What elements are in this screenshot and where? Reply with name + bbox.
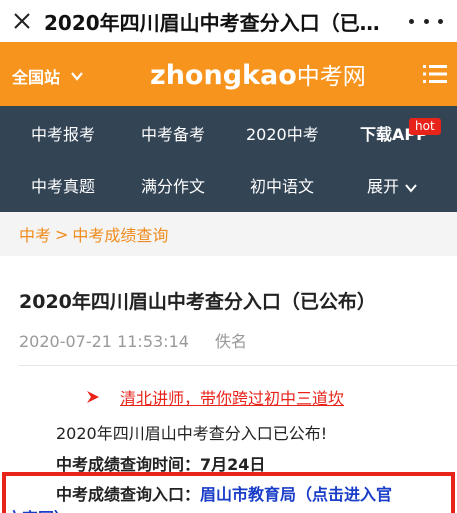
promo-link[interactable]: 清北讲师，带你跨过初中三道坎 (120, 385, 344, 409)
hot-badge: hot (409, 118, 441, 135)
breadcrumb-home[interactable]: 中考 (19, 222, 51, 246)
logo-text-latin: zhongkao (150, 60, 297, 91)
chevron-down-icon (405, 183, 417, 193)
nav-item-exam-prep[interactable]: 中考备考 (141, 121, 205, 145)
logo-text-cn: 中考网 (296, 64, 366, 90)
nav-item-junior-chinese[interactable]: 初中语文 (250, 173, 314, 197)
article-title: 2020年四川眉山中考查分入口（已公布） (19, 291, 376, 313)
more-dots-icon (438, 18, 443, 24)
site-header: 全国站 zhongkao 中考网 (0, 42, 457, 106)
nav-item-past-papers[interactable]: 中考真题 (31, 173, 95, 197)
menu-list-icon[interactable] (423, 64, 447, 84)
highlight-box (2, 472, 455, 513)
divider (19, 365, 457, 366)
article-paragraph: 2020年四川眉山中考查分入口已公布! (56, 424, 328, 443)
breadcrumb: 中考 > 中考成绩查询 (0, 212, 457, 256)
chevron-down-icon (71, 72, 83, 81)
article-date: 2020-07-21 11:53:14 (19, 332, 189, 351)
nav-item-2020-exam[interactable]: 2020中考 (246, 121, 319, 145)
nav-item-expand[interactable]: 展开 (367, 173, 417, 197)
title-bar: 2020年四川眉山中考查分入口（已… (0, 0, 457, 42)
nav-item-top-essays[interactable]: 满分作文 (141, 173, 205, 197)
promo: 清北讲师，带你跨过初中三道坎 (86, 385, 344, 409)
nav-item-exam-registration[interactable]: 中考报考 (31, 121, 95, 145)
more-options-button[interactable] (409, 10, 443, 32)
arrow-right-icon (87, 391, 99, 403)
expand-label: 展开 (367, 177, 400, 196)
article-meta: 2020-07-21 11:53:14 佚名 (19, 328, 247, 352)
article-author: 佚名 (214, 332, 247, 351)
region-label: 全国站 (12, 68, 61, 87)
close-icon (14, 13, 30, 29)
more-dots-icon (423, 18, 429, 24)
breadcrumb-current[interactable]: 中考成绩查询 (72, 222, 168, 246)
close-button[interactable] (0, 0, 44, 42)
more-dots-icon (409, 18, 414, 24)
window-title: 2020年四川眉山中考查分入口（已… (44, 10, 380, 35)
site-logo[interactable]: zhongkao 中考网 (150, 57, 366, 91)
breadcrumb-separator: > (55, 224, 69, 244)
region-selector[interactable]: 全国站 (12, 64, 84, 88)
